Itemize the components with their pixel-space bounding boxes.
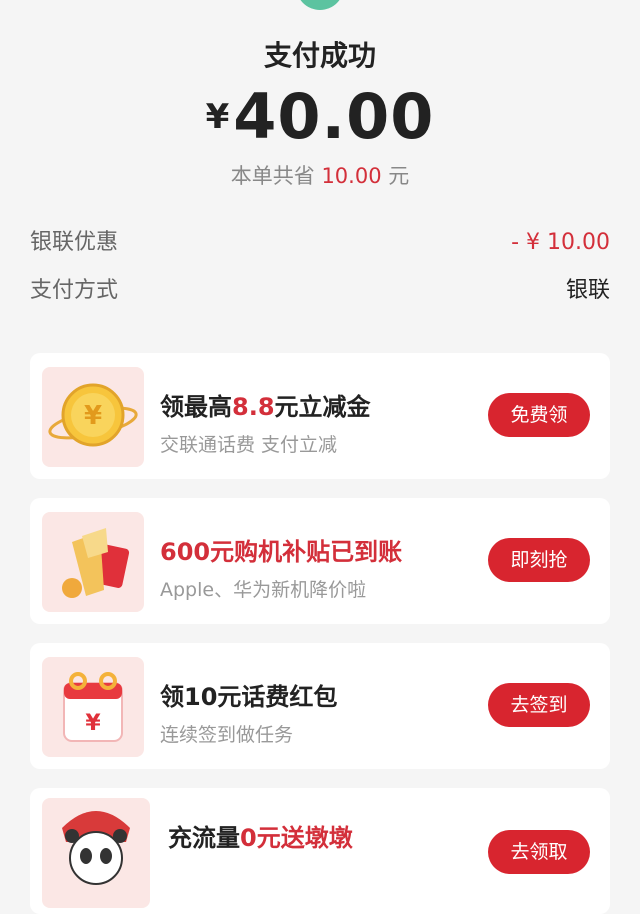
offer-subtitle: 连续签到做任务 xyxy=(160,724,294,746)
detail-row-discount: 银联优惠 - ¥ 10.00 xyxy=(30,226,610,260)
amount-value: 40.00 xyxy=(233,80,435,153)
detail-row-payment-method: 支付方式 银联 xyxy=(30,274,610,308)
offer-card[interactable]: 600元购机补贴已到账 Apple、华为新机降价啦 即刻抢 xyxy=(30,498,610,624)
offer-title: 领10元话费红包 xyxy=(160,683,338,711)
offer-title: 充流量0元送墩墩 xyxy=(168,824,353,852)
grab-now-button[interactable]: 即刻抢 xyxy=(488,538,590,582)
detail-label: 银联优惠 xyxy=(30,230,119,255)
offer-card[interactable]: ¥ 领10元话费红包 连续签到做任务 去签到 xyxy=(30,643,610,769)
detail-label: 支付方式 xyxy=(30,278,119,303)
offer-subtitle: Apple、华为新机降价啦 xyxy=(160,579,367,601)
sign-in-button[interactable]: 去签到 xyxy=(488,683,590,727)
page-title: 支付成功 xyxy=(263,39,376,72)
gold-coin-icon: ¥ xyxy=(42,367,144,467)
offer-card[interactable]: ¥ 领最高8.8元立减金 交联通话费 支付立减 免费领 xyxy=(30,353,610,479)
success-check-icon xyxy=(296,0,344,10)
red-envelope-icon xyxy=(42,512,144,612)
saved-amount: 10.00 xyxy=(321,164,382,188)
savings-note: 本单共省 10.00 元 xyxy=(0,160,640,190)
claim-free-button[interactable]: 免费领 xyxy=(488,393,590,437)
saved-suffix: 元 xyxy=(388,164,410,188)
svg-text:¥: ¥ xyxy=(84,401,102,431)
payment-amount: ¥40.00 xyxy=(0,80,640,153)
panda-mascot-icon xyxy=(42,798,150,908)
detail-value: 银联 xyxy=(565,278,610,303)
offer-title: 领最高8.8元立减金 xyxy=(160,393,371,421)
detail-value: - ¥ 10.00 xyxy=(511,230,610,255)
currency-symbol: ¥ xyxy=(205,97,230,137)
offer-subtitle: 交联通话费 支付立减 xyxy=(160,434,338,456)
svg-text:¥: ¥ xyxy=(85,711,101,736)
offer-title: 600元购机补贴已到账 xyxy=(160,538,403,566)
saved-prefix: 本单共省 xyxy=(230,164,315,188)
calendar-icon: ¥ xyxy=(42,657,144,757)
offer-card[interactable]: 充流量0元送墩墩 去领取 xyxy=(30,788,610,914)
claim-button[interactable]: 去领取 xyxy=(488,830,590,874)
